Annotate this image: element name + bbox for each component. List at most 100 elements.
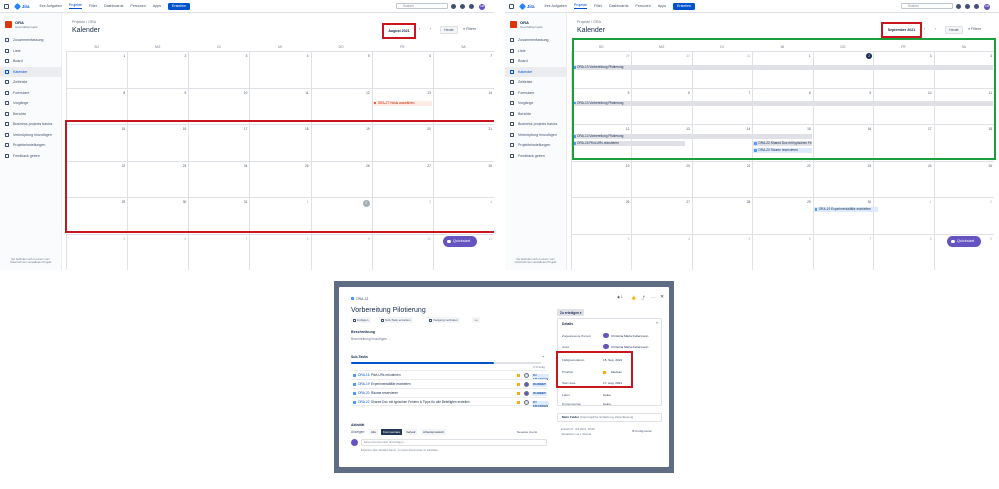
next-month-button[interactable]: › [935,27,936,31]
user-avatar[interactable]: CM [984,3,990,10]
create-button[interactable]: Erstellen [673,2,695,10]
prev-month-button[interactable]: ‹ [419,27,420,31]
sidebar-item-board[interactable]: Board [505,56,566,67]
like-icon[interactable]: 👍 [631,295,636,300]
next-month-button[interactable]: › [430,27,431,31]
calendar-day-cell[interactable]: 19 [571,160,632,197]
nav-projects[interactable]: Projekte [68,3,83,9]
sidebar-item-basics[interactable]: Business projects basics [505,119,566,130]
calendar-day-cell[interactable]: 14 [432,87,494,124]
calendar-day-cell[interactable]: 8 [249,233,311,270]
nav-filters[interactable]: Filter [89,4,97,8]
calendar-event[interactable]: ORA-27 Hosts auswählen [372,100,432,106]
breadcrumb-projects[interactable]: Projekte [72,20,85,24]
subtask-summary[interactable]: Shared Doc mit typischen Fehlern & Tipps… [371,398,470,407]
nav-people[interactable]: Personen [130,4,145,8]
jira-logo[interactable]: Jira [13,2,29,10]
calendar-day-cell[interactable]: 9 [127,87,189,124]
app-switcher-icon[interactable] [509,3,514,9]
bell-icon[interactable] [956,4,961,9]
help-icon[interactable] [460,4,465,9]
search-input[interactable]: Suchen [901,3,953,9]
assignee-avatar[interactable] [524,382,529,387]
calendar-day-cell[interactable]: 6 [127,233,189,270]
calendar-day-cell[interactable]: 7 [812,233,874,270]
calendar-day-cell[interactable]: 4 [249,51,311,88]
sidebar-item-reports[interactable]: Berichte [505,109,566,120]
share-icon[interactable]: ⤴ [641,295,645,301]
nav-dashboards[interactable]: Dashboards [609,4,628,8]
calendar-day-cell[interactable]: 3 [188,51,250,88]
calendar-day-cell[interactable]: 23 [812,160,874,197]
status-badge[interactable]: IN ARBEIT [532,391,547,396]
calendar-day-cell[interactable]: 7 [432,51,494,88]
sidebar-item-settings[interactable]: Projekteinstellungen [0,140,61,151]
nav-your-work[interactable]: Ihre Aufgaben [544,4,566,8]
sidebar-item-summary[interactable]: Zusammenfassung [0,35,61,46]
activity-tab-all[interactable]: Alle [369,429,379,435]
sidebar-item-basics[interactable]: Business projects basics [0,119,61,130]
app-switcher-icon[interactable] [4,3,9,9]
calendar-day-cell[interactable]: 2 [127,51,189,88]
calendar-day-cell[interactable]: 10 [188,87,250,124]
calendar-day-cell[interactable]: 5 [691,233,753,270]
calendar-day-cell[interactable]: 24 [873,160,934,197]
issue-title[interactable]: Vorbereitung Pilotierung [351,307,426,314]
status-badge[interactable]: IN ARBEIT [532,382,547,387]
sidebar-item-feedback[interactable]: Feedback geben [0,151,61,162]
prev-month-button[interactable]: ‹ [924,27,925,31]
status-dropdown[interactable]: Zu erledigen ▾ [557,309,585,316]
watch-button[interactable]: ◉ 1 [617,295,623,299]
calendar-day-cell[interactable]: 27 [631,197,692,234]
quickstart-button[interactable]: Quickstart [947,236,982,247]
more-button[interactable]: ••• [472,317,481,323]
issue-breadcrumb[interactable]: ORA-13 [351,297,368,301]
create-button[interactable]: Erstellen [168,2,190,10]
sidebar-item-timeline[interactable]: Zeitleiste [505,77,566,88]
calendar-day-cell[interactable]: 6 [371,51,433,88]
sidebar-item-add-shortcut[interactable]: Verknüpfung hinzufügen [505,130,566,141]
calendar-day-cell[interactable]: 20 [631,160,692,197]
calendar-day-cell[interactable]: 22 [752,160,813,197]
assignee-avatar[interactable] [524,400,529,405]
user-avatar[interactable]: CM [479,3,485,10]
calendar-day-cell[interactable]: 2 [933,197,994,234]
calendar-day-cell[interactable]: 9 [310,233,372,270]
calendar-day-cell[interactable]: 10 [371,233,433,270]
help-icon[interactable] [965,4,970,9]
subtask-key[interactable]: ORA-22 [358,398,370,407]
calendar-day-cell[interactable]: 8 [873,233,934,270]
gear-icon[interactable] [469,4,474,9]
description-field[interactable]: Beschreibung hinzufügen ... [351,337,391,341]
status-badge[interactable]: ZU ERLEDIGEN [532,373,550,381]
breadcrumb-project[interactable]: ORA [593,20,601,24]
sidebar-item-settings[interactable]: Projekteinstellungen [505,140,566,151]
configure-button[interactable]: ⚙ Konfigurieren [632,429,652,433]
today-button[interactable]: Heute [440,26,458,34]
jira-logo[interactable]: Jira [518,2,534,10]
filter-button[interactable]: ≡ Filtern [463,27,476,31]
details-header[interactable]: Details [562,322,573,326]
calendar-event[interactable]: ORA-19 Experimentalfälle erarbeiten [813,207,879,212]
components-row[interactable]: Komponenten Keine [562,398,666,410]
calendar-day-cell[interactable]: 13 [371,87,433,124]
labels-value[interactable]: Keine [603,393,611,397]
sidebar-item-list[interactable]: Liste [505,46,566,57]
gear-icon[interactable] [974,4,979,9]
calendar-day-cell[interactable]: 6 [752,233,813,270]
calendar-day-cell[interactable]: 12 [310,87,372,124]
components-value[interactable]: Keine [603,402,611,406]
sidebar-item-forms[interactable]: Formulare [0,88,61,99]
nav-people[interactable]: Personen [635,4,650,8]
sidebar-item-calendar[interactable]: Kalender [0,66,61,77]
calendar-day-cell[interactable]: 30 [812,197,874,234]
chevron-up-icon[interactable]: ˄ [656,321,658,325]
link-issue-button[interactable]: Vorgang verlinken [427,317,461,323]
create-subtask-button[interactable]: Sub-Task erstellen [379,317,413,323]
filter-button[interactable]: ≡ Filtern [968,27,981,31]
activity-tab-comments[interactable]: Kommentare [381,429,403,435]
breadcrumb-project[interactable]: ORA [88,20,96,24]
sidebar-item-issues[interactable]: Vorgänge [0,98,61,109]
quickstart-button[interactable]: Quickstart [443,236,478,247]
nav-apps[interactable]: Apps [153,4,161,8]
